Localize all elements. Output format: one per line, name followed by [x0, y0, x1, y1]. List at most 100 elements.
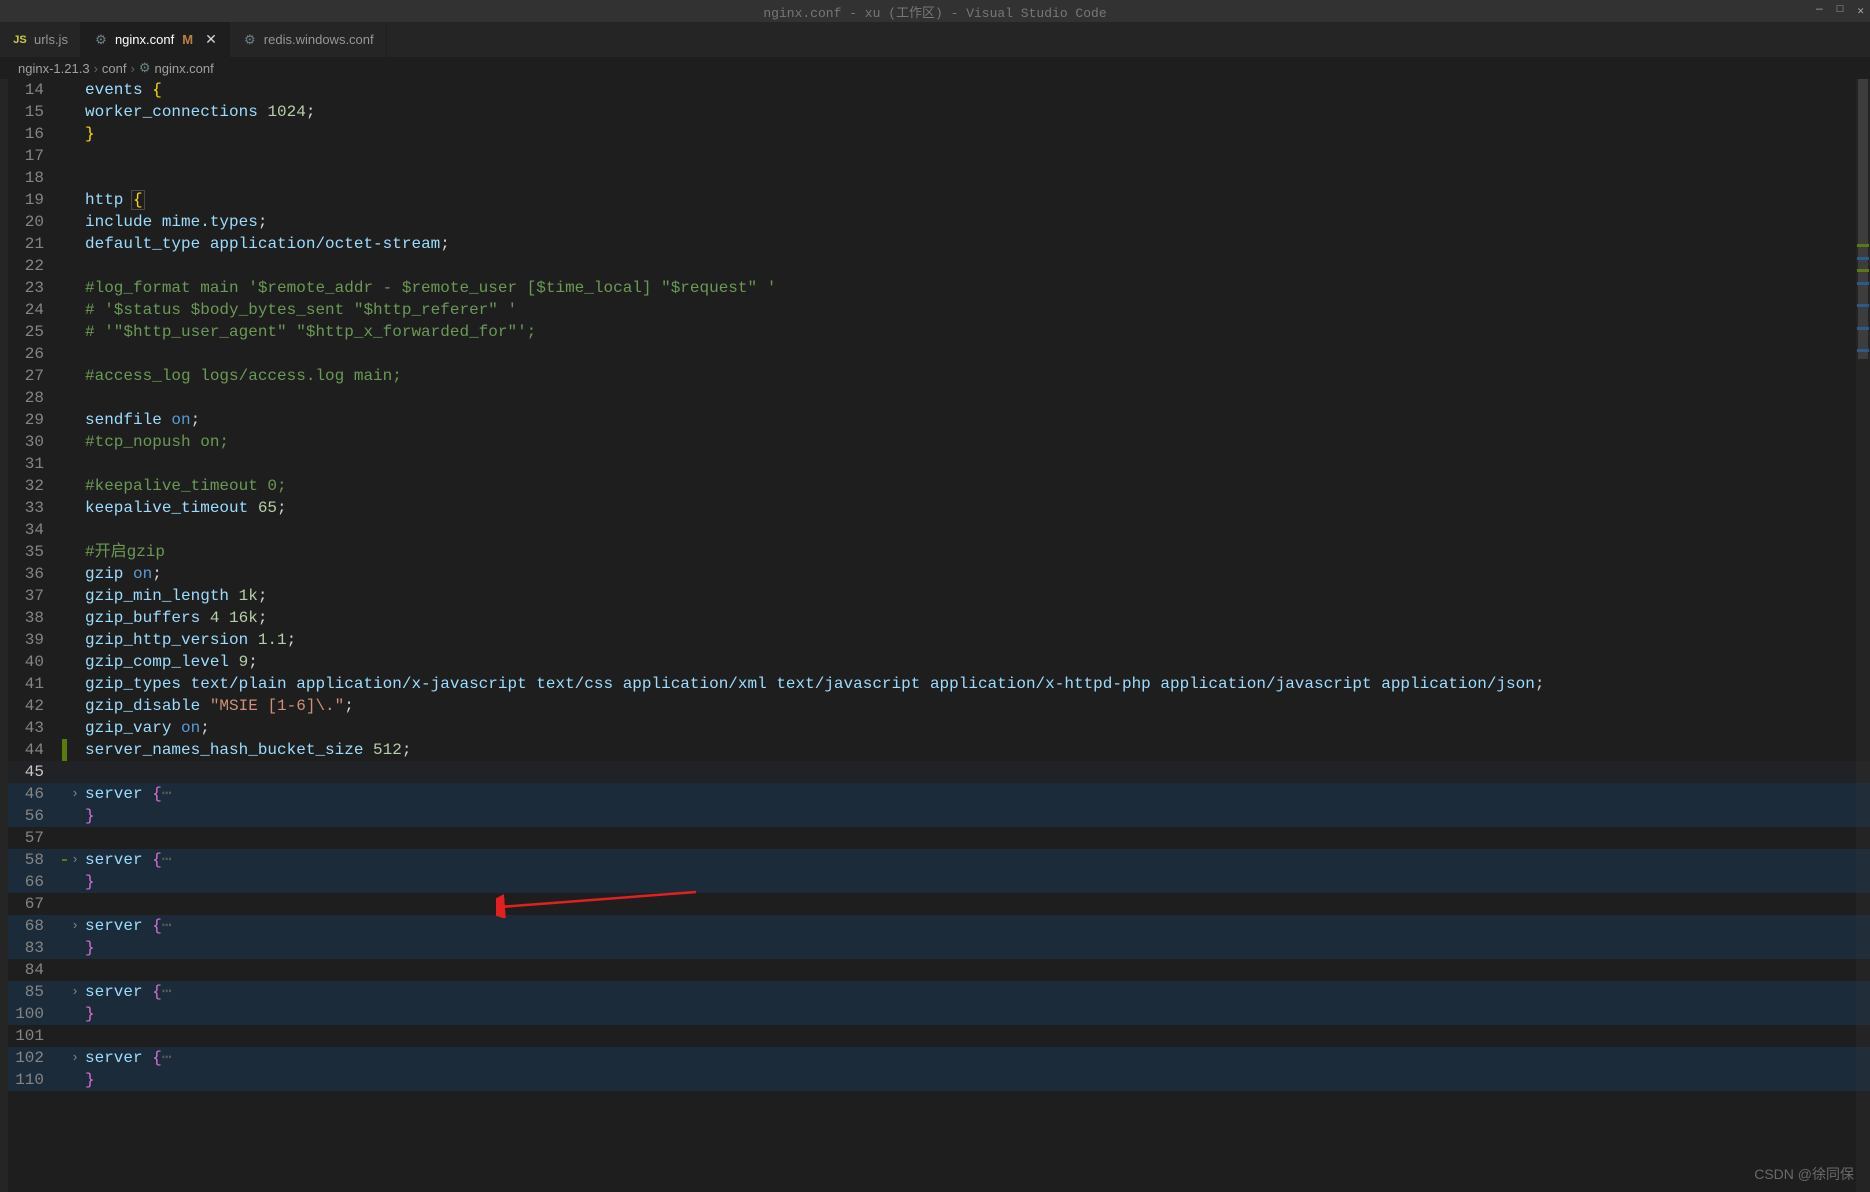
code-line[interactable]: 66 } — [8, 871, 1870, 893]
line-content[interactable]: events { — [83, 79, 1870, 101]
code-line[interactable]: 56 } — [8, 805, 1870, 827]
code-line[interactable]: 57 — [8, 827, 1870, 849]
line-content[interactable]: gzip_buffers 4 16k; — [83, 607, 1870, 629]
line-content[interactable]: #access_log logs/access.log main; — [83, 365, 1870, 387]
line-content[interactable] — [83, 255, 1870, 277]
code-line[interactable]: 33 keepalive_timeout 65; — [8, 497, 1870, 519]
minimize-button[interactable]: — — [1816, 4, 1823, 18]
code-line[interactable]: 34 — [8, 519, 1870, 541]
line-content[interactable]: keepalive_timeout 65; — [83, 497, 1870, 519]
line-content[interactable]: # '$status $body_bytes_sent "$http_refer… — [83, 299, 1870, 321]
line-content[interactable] — [83, 827, 1870, 849]
code-line[interactable]: 27 #access_log logs/access.log main; — [8, 365, 1870, 387]
code-line[interactable]: 83 } — [8, 937, 1870, 959]
line-content[interactable]: server {⋯ — [83, 849, 1870, 871]
code-line[interactable]: 58› server {⋯ — [8, 849, 1870, 871]
line-content[interactable]: gzip_types text/plain application/x-java… — [83, 673, 1870, 695]
line-content[interactable]: default_type application/octet-stream; — [83, 233, 1870, 255]
code-line[interactable]: 24 # '$status $body_bytes_sent "$http_re… — [8, 299, 1870, 321]
line-content[interactable]: http { — [83, 189, 1870, 211]
line-content[interactable] — [83, 145, 1870, 167]
breadcrumb-part[interactable]: nginx-1.21.3 — [18, 61, 90, 76]
line-content[interactable]: # '"$http_user_agent" "$http_x_forwarded… — [83, 321, 1870, 343]
fold-toggle[interactable]: › — [67, 849, 83, 871]
breadcrumb[interactable]: nginx-1.21.3 › conf › ⚙ nginx.conf — [0, 57, 1870, 79]
maximize-button[interactable]: □ — [1837, 4, 1844, 18]
line-content[interactable]: } — [83, 805, 1870, 827]
code-line[interactable]: 26 — [8, 343, 1870, 365]
code-line[interactable]: 20 include mime.types; — [8, 211, 1870, 233]
code-line[interactable]: 16} — [8, 123, 1870, 145]
breadcrumb-part[interactable]: conf — [102, 61, 127, 76]
code-line[interactable]: 25 # '"$http_user_agent" "$http_x_forwar… — [8, 321, 1870, 343]
code-line[interactable]: 22 — [8, 255, 1870, 277]
code-line[interactable]: 40 gzip_comp_level 9; — [8, 651, 1870, 673]
line-content[interactable]: gzip_min_length 1k; — [83, 585, 1870, 607]
code-line[interactable]: 100 } — [8, 1003, 1870, 1025]
line-content[interactable]: } — [83, 123, 1870, 145]
line-content[interactable]: #tcp_nopush on; — [83, 431, 1870, 453]
code-line[interactable]: 85› server {⋯ — [8, 981, 1870, 1003]
close-button[interactable]: ✕ — [1857, 4, 1864, 18]
code-line[interactable]: 67 — [8, 893, 1870, 915]
code-line[interactable]: 101 — [8, 1025, 1870, 1047]
line-content[interactable]: gzip_comp_level 9; — [83, 651, 1870, 673]
code-line[interactable]: 44 server_names_hash_bucket_size 512; — [8, 739, 1870, 761]
fold-toggle[interactable]: › — [67, 915, 83, 937]
code-line[interactable]: 38 gzip_buffers 4 16k; — [8, 607, 1870, 629]
code-line[interactable]: 42 gzip_disable "MSIE [1-6]\."; — [8, 695, 1870, 717]
code-line[interactable]: 41 gzip_types text/plain application/x-j… — [8, 673, 1870, 695]
line-content[interactable]: } — [83, 1003, 1870, 1025]
line-content[interactable]: gzip_vary on; — [83, 717, 1870, 739]
line-content[interactable]: server {⋯ — [83, 1047, 1870, 1069]
code-line[interactable]: 35 #开启gzip — [8, 541, 1870, 563]
code-line[interactable]: 37 gzip_min_length 1k; — [8, 585, 1870, 607]
line-content[interactable]: gzip_disable "MSIE [1-6]\."; — [83, 695, 1870, 717]
code-line[interactable]: 18 — [8, 167, 1870, 189]
line-content[interactable] — [83, 761, 1870, 783]
code-line[interactable]: 46› server {⋯ — [8, 783, 1870, 805]
fold-toggle[interactable]: › — [67, 981, 83, 1003]
line-content[interactable]: gzip on; — [83, 563, 1870, 585]
line-content[interactable]: #keepalive_timeout 0; — [83, 475, 1870, 497]
line-content[interactable] — [83, 959, 1870, 981]
line-content[interactable]: include mime.types; — [83, 211, 1870, 233]
code-line[interactable]: 30 #tcp_nopush on; — [8, 431, 1870, 453]
code-line[interactable]: 32 #keepalive_timeout 0; — [8, 475, 1870, 497]
code-line[interactable]: 102› server {⋯ — [8, 1047, 1870, 1069]
line-content[interactable]: } — [83, 937, 1870, 959]
fold-toggle[interactable]: › — [67, 1047, 83, 1069]
code-line[interactable]: 31 — [8, 453, 1870, 475]
line-content[interactable]: #log_format main '$remote_addr - $remote… — [83, 277, 1870, 299]
line-content[interactable] — [83, 893, 1870, 915]
line-content[interactable]: server_names_hash_bucket_size 512; — [83, 739, 1870, 761]
scrollbar-thumb[interactable] — [1858, 79, 1868, 359]
tab-urls-js[interactable]: JSurls.js — [0, 22, 81, 57]
line-content[interactable]: sendfile on; — [83, 409, 1870, 431]
code-line[interactable]: 110 } — [8, 1069, 1870, 1091]
editor[interactable]: 14events {15 worker_connections 1024;16}… — [0, 79, 1870, 1192]
code-line[interactable]: 23 #log_format main '$remote_addr - $rem… — [8, 277, 1870, 299]
fold-toggle[interactable]: › — [67, 783, 83, 805]
line-content[interactable]: worker_connections 1024; — [83, 101, 1870, 123]
tab-nginx-conf[interactable]: ⚙nginx.confM✕ — [81, 22, 230, 57]
tab-redis-windows-conf[interactable]: ⚙redis.windows.conf — [230, 22, 387, 57]
line-content[interactable] — [83, 1025, 1870, 1047]
code-line[interactable]: 28 — [8, 387, 1870, 409]
code-line[interactable]: 68› server {⋯ — [8, 915, 1870, 937]
code-line[interactable]: 15 worker_connections 1024; — [8, 101, 1870, 123]
line-content[interactable] — [83, 387, 1870, 409]
line-content[interactable]: server {⋯ — [83, 783, 1870, 805]
code-line[interactable]: 17 — [8, 145, 1870, 167]
line-content[interactable] — [83, 343, 1870, 365]
close-icon[interactable]: ✕ — [205, 31, 217, 48]
vertical-scrollbar[interactable] — [1856, 79, 1870, 1192]
code-line[interactable]: 39 gzip_http_version 1.1; — [8, 629, 1870, 651]
line-content[interactable]: server {⋯ — [83, 915, 1870, 937]
code-line[interactable]: 43 gzip_vary on; — [8, 717, 1870, 739]
code-line[interactable]: 21 default_type application/octet-stream… — [8, 233, 1870, 255]
breadcrumb-part[interactable]: nginx.conf — [154, 61, 213, 76]
line-content[interactable]: server {⋯ — [83, 981, 1870, 1003]
code-line[interactable]: 36 gzip on; — [8, 563, 1870, 585]
line-content[interactable]: #开启gzip — [83, 541, 1870, 563]
